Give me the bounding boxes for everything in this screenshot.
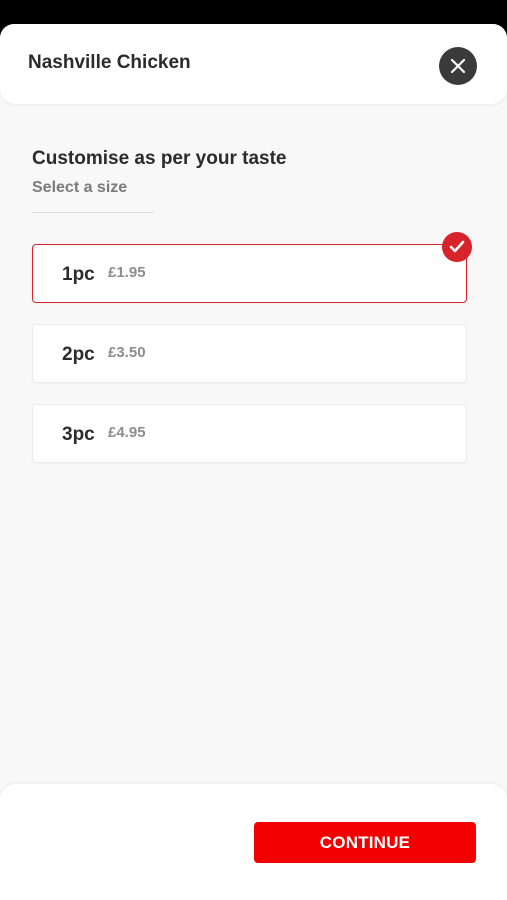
size-option-2pc[interactable]: 2pc £3.50 — [32, 324, 467, 383]
selected-check-badge — [442, 232, 472, 262]
sheet-footer: CONTINUE — [0, 784, 507, 900]
size-option-label: 3pc — [62, 424, 95, 445]
close-icon — [450, 58, 466, 74]
size-option-price: £3.50 — [108, 344, 146, 361]
sheet-header: Nashville Chicken — [0, 24, 507, 104]
size-subheading: Select a size — [32, 179, 128, 196]
continue-button[interactable]: CONTINUE — [254, 822, 476, 863]
customise-heading: Customise as per your taste — [32, 148, 287, 169]
divider — [32, 212, 154, 213]
size-option-1pc[interactable]: 1pc £1.95 — [32, 244, 467, 303]
customise-sheet: Nashville Chicken Customise as per your … — [0, 24, 507, 900]
size-option-label: 2pc — [62, 344, 95, 365]
check-icon — [449, 240, 465, 253]
size-option-price: £4.95 — [108, 424, 146, 441]
close-button[interactable] — [439, 47, 477, 85]
size-option-price: £1.95 — [108, 264, 146, 281]
product-title: Nashville Chicken — [28, 52, 191, 73]
size-option-label: 1pc — [62, 264, 95, 285]
size-option-3pc[interactable]: 3pc £4.95 — [32, 404, 467, 463]
